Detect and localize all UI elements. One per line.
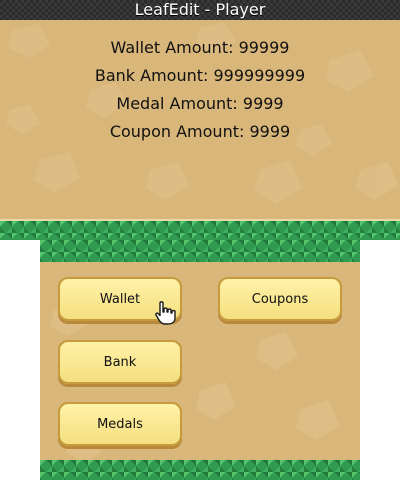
window-title: LeafEdit - Player: [0, 0, 400, 20]
coupons-button-label: Coupons: [251, 291, 309, 307]
wallet-button-label: Wallet: [99, 291, 141, 307]
grass-border-top-screen: [0, 219, 400, 240]
bank-button-label: Bank: [103, 354, 137, 370]
player-amounts: Wallet Amount: 99999 Bank Amount: 999999…: [0, 34, 400, 146]
bottom-screen: Wallet Coupons Bank Medals: [40, 240, 360, 480]
grass-border-bottom-screen-top: [40, 240, 360, 262]
bank-button[interactable]: Bank: [58, 340, 182, 384]
medal-amount-text: Medal Amount: 9999: [116, 94, 284, 113]
wallet-amount-text: Wallet Amount: 99999: [110, 38, 290, 57]
coupons-button[interactable]: Coupons: [218, 277, 342, 321]
grass-border-bottom-screen-bottom: [40, 460, 360, 480]
top-screen: Wallet Amount: 99999 Bank Amount: 999999…: [0, 20, 400, 240]
coupon-amount-text: Coupon Amount: 9999: [109, 122, 291, 141]
hand-pointer-icon: [155, 301, 176, 325]
medals-button[interactable]: Medals: [58, 402, 182, 446]
medals-button-label: Medals: [97, 416, 143, 432]
bank-amount-text: Bank Amount: 999999999: [94, 66, 306, 85]
